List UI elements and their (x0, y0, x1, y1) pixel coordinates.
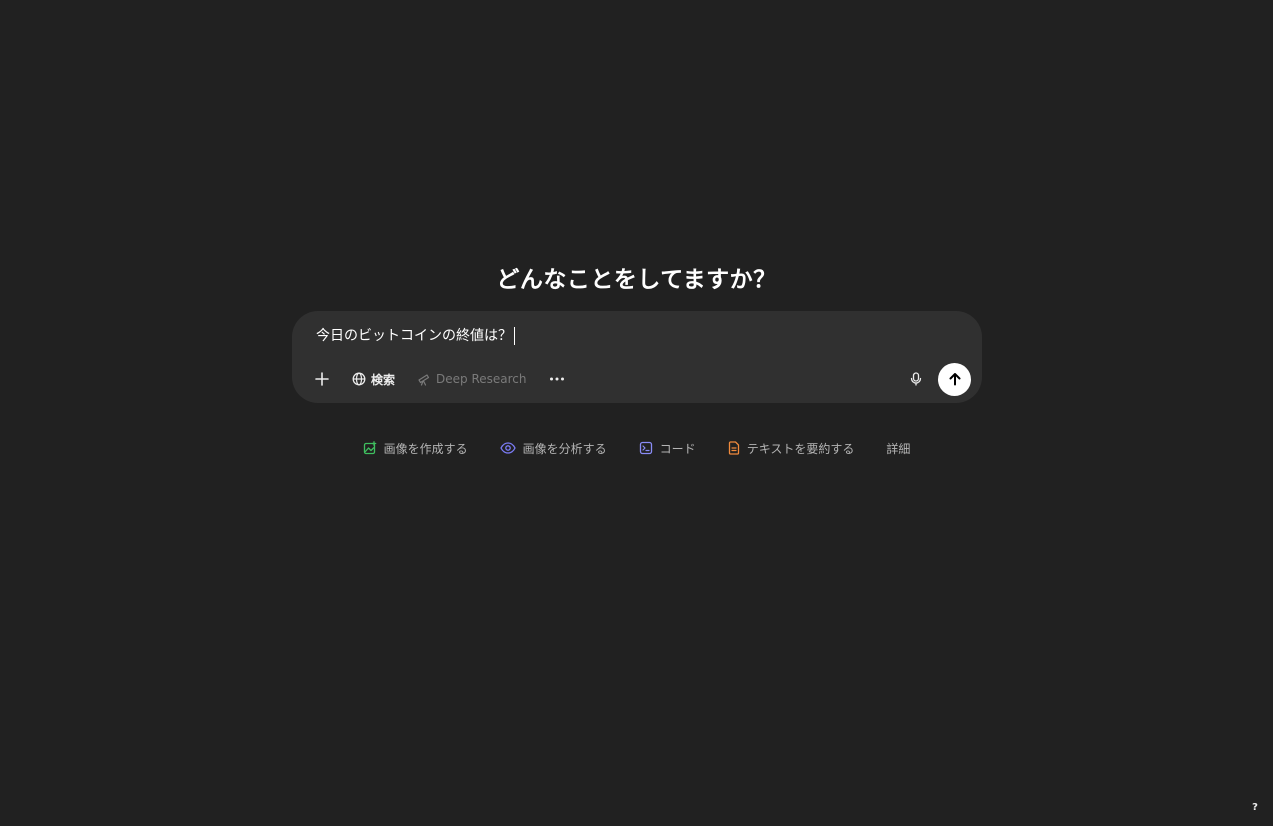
plus-icon (315, 372, 329, 386)
suggestion-label: コード (659, 441, 696, 456)
suggestion-chips: 画像を作成する 画像を分析する コード テキストを要約する 詳細 (0, 435, 1273, 461)
arrow-up-icon (949, 373, 960, 386)
document-icon (728, 441, 739, 455)
composer-toolbar: 検索 Deep Research (306, 363, 573, 395)
more-horizontal-icon (549, 377, 564, 381)
search-button-label: 検索 (371, 372, 396, 387)
attach-button[interactable] (306, 363, 338, 395)
prompt-input[interactable]: 今日のビットコインの終値は？ (316, 325, 936, 347)
microphone-icon (910, 372, 922, 386)
suggestion-analyze-image[interactable]: 画像を分析する (489, 435, 618, 461)
terminal-icon (639, 441, 652, 455)
page-title: どんなことをしてますか？ (496, 267, 777, 293)
suggestion-code[interactable]: コード (628, 435, 707, 461)
eye-icon (499, 442, 516, 454)
help-button[interactable]: ? (1249, 802, 1261, 816)
deep-research-button[interactable]: Deep Research (409, 363, 534, 395)
image-create-icon (363, 441, 376, 455)
chat-home-page: どんなことをしてますか？ 今日のビットコインの終値は？ 検索 Deep Rese… (0, 0, 1273, 826)
search-button[interactable]: 検索 (344, 363, 403, 395)
chat-composer: 今日のビットコインの終値は？ 検索 Deep Research (292, 311, 982, 403)
prompt-input-value: 今日のビットコインの終値は？ (316, 328, 512, 344)
voice-input-button[interactable] (899, 362, 933, 396)
composer-actions (899, 362, 971, 396)
suggestion-create-image[interactable]: 画像を作成する (352, 435, 479, 461)
deep-research-label: Deep Research (436, 372, 527, 386)
telescope-icon (418, 374, 430, 386)
send-button[interactable] (938, 362, 971, 396)
suggestion-label: 画像を分析する (522, 441, 607, 456)
more-tools-button[interactable] (541, 363, 573, 395)
suggestion-more[interactable]: 詳細 (875, 435, 921, 461)
suggestion-summarize-text[interactable]: テキストを要約する (717, 435, 866, 461)
suggestion-label: テキストを要約する (746, 441, 855, 456)
suggestion-label: 詳細 (886, 441, 911, 456)
globe-icon (352, 372, 366, 386)
suggestion-label: 画像を作成する (383, 441, 468, 456)
text-caret (514, 327, 515, 345)
